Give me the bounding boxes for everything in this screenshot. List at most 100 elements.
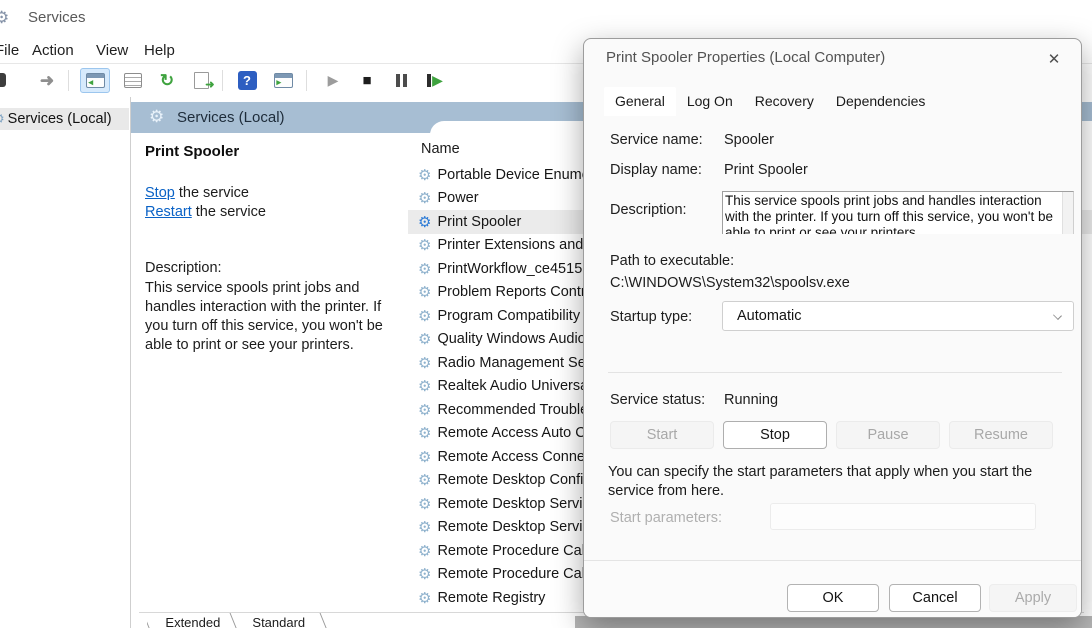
- forward-icon[interactable]: ➜: [34, 68, 60, 93]
- service-status-value: Running: [724, 392, 778, 408]
- description-scrollbar[interactable]: [1062, 192, 1073, 234]
- service-name-label: Remote Procedure Call (: [437, 543, 597, 559]
- properties-icon[interactable]: [118, 68, 148, 93]
- toolbar-separator: [222, 70, 223, 91]
- view-tabs: Extended Standard: [147, 613, 547, 628]
- print-spooler-properties-dialog: Print Spooler Properties (Local Computer…: [583, 38, 1082, 618]
- tab-standard[interactable]: Standard: [229, 613, 329, 628]
- service-name-label: Recommended Troubles: [437, 402, 595, 418]
- menu-help[interactable]: Help: [140, 40, 179, 61]
- toolbar-separator: [306, 70, 307, 91]
- start-button: Start: [610, 421, 714, 449]
- stop-button[interactable]: Stop: [723, 421, 827, 449]
- service-gear-icon: ⚙: [418, 495, 431, 513]
- service-name-label: Printer Extensions and N: [437, 237, 597, 253]
- start-parameters-label: Start parameters:: [610, 510, 722, 526]
- menu-view[interactable]: View: [92, 40, 132, 61]
- restart-service-link[interactable]: Restart: [145, 204, 192, 220]
- startup-type-value: Automatic: [737, 308, 801, 324]
- service-gear-icon: ⚙: [418, 448, 431, 466]
- service-status-label: Service status:: [610, 392, 705, 408]
- service-name-label: Remote Desktop Service: [437, 496, 597, 512]
- back-icon[interactable]: [0, 73, 6, 87]
- cancel-button[interactable]: Cancel: [889, 584, 981, 612]
- service-name-label: Remote Access Auto Co: [437, 425, 593, 441]
- service-name-label: Remote Desktop Service: [437, 519, 597, 535]
- service-gear-icon: ⚙: [418, 589, 431, 607]
- stop-service-rest: the service: [175, 185, 249, 201]
- service-gear-icon: ⚙: [418, 565, 431, 583]
- menu-action[interactable]: Action: [28, 40, 78, 61]
- start-service-icon[interactable]: ▶: [318, 68, 348, 93]
- startup-type-label: Startup type:: [610, 309, 692, 325]
- stop-service-icon[interactable]: ■: [352, 68, 382, 93]
- tab-general[interactable]: General: [604, 87, 676, 116]
- service-name-label: Remote Registry: [437, 590, 545, 606]
- service-name-label: Remote Desktop Config: [437, 472, 591, 488]
- service-gear-icon: ⚙: [418, 283, 431, 301]
- toolbar-separator: [68, 70, 69, 91]
- description-box[interactable]: This service spools print jobs and handl…: [722, 191, 1074, 234]
- description-label: Description:: [610, 202, 687, 218]
- resume-button: Resume: [949, 421, 1053, 449]
- service-name-label: Print Spooler: [437, 214, 521, 230]
- ok-button[interactable]: OK: [787, 584, 879, 612]
- chevron-down-icon: [1053, 311, 1062, 320]
- dialog-title: Print Spooler Properties (Local Computer…: [606, 49, 885, 66]
- service-name-label: Power: [437, 190, 478, 206]
- dialog-footer: OK Cancel Apply: [584, 560, 1081, 618]
- tree-item-services-local[interactable]: ⚙ Services (Local): [0, 108, 129, 130]
- path-to-executable-label: Path to executable:: [610, 253, 734, 269]
- service-name-label: Remote Procedure Call (: [437, 566, 597, 582]
- service-gear-icon: ⚙: [418, 424, 431, 442]
- refresh-icon[interactable]: ↻: [152, 68, 182, 93]
- startup-type-dropdown[interactable]: Automatic: [722, 301, 1074, 331]
- close-icon[interactable]: ✕: [1041, 47, 1067, 71]
- tree-item-label: Services (Local): [8, 111, 112, 127]
- service-gear-icon: ⚙: [418, 542, 431, 560]
- path-to-executable-value: C:\WINDOWS\System32\spoolsv.exe: [610, 275, 850, 291]
- pause-service-icon[interactable]: [386, 68, 416, 93]
- stop-service-line: Stop the service: [145, 185, 249, 201]
- service-name-label: Problem Reports Contro: [437, 284, 593, 300]
- services-node-icon: ⚙: [0, 111, 5, 127]
- panel-header-gear-icon: ⚙: [149, 107, 164, 127]
- menu-file[interactable]: File: [0, 40, 23, 61]
- service-gear-icon: ⚙: [418, 354, 431, 372]
- description-text: This service spools print jobs and handl…: [723, 192, 1073, 234]
- panel-header-title: Services (Local): [177, 109, 285, 126]
- display-name-value: Print Spooler: [724, 162, 808, 178]
- service-name-label: Program Compatibility A: [437, 308, 593, 324]
- stop-service-link[interactable]: Stop: [145, 185, 175, 201]
- help-icon[interactable]: ?: [232, 68, 262, 93]
- dialog-divider: [608, 372, 1062, 373]
- selected-service-title: Print Spooler: [145, 143, 239, 160]
- service-name-value: Spooler: [724, 132, 774, 148]
- service-gear-icon: ⚙: [418, 471, 431, 489]
- console-tree-panel: ⚙ Services (Local): [0, 97, 131, 628]
- service-gear-icon: ⚙: [418, 330, 431, 348]
- tab-recovery[interactable]: Recovery: [744, 87, 825, 116]
- service-gear-icon: ⚙: [418, 189, 431, 207]
- service-gear-icon: ⚙: [418, 213, 431, 231]
- restart-service-rest: the service: [192, 204, 266, 220]
- panel-description-text: This service spools print jobs and handl…: [145, 279, 401, 355]
- tab-log-on[interactable]: Log On: [676, 87, 744, 116]
- start-parameters-input[interactable]: [770, 503, 1036, 530]
- show-hide-action-pane-icon[interactable]: ▸: [268, 68, 298, 93]
- window-title: Services: [28, 9, 86, 26]
- service-name-label: Quality Windows Audio: [437, 331, 585, 347]
- panel-description-label: Description:: [145, 260, 222, 276]
- show-hide-console-tree-icon[interactable]: ◂: [80, 68, 110, 93]
- service-gear-icon: ⚙: [418, 518, 431, 536]
- service-gear-icon: ⚙: [418, 166, 431, 184]
- restart-service-icon[interactable]: ▶: [420, 68, 450, 93]
- service-name-label: Radio Management Ser: [437, 355, 590, 371]
- export-list-icon[interactable]: [186, 68, 216, 93]
- services-app-icon: ⚙: [0, 8, 9, 28]
- tab-dependencies[interactable]: Dependencies: [825, 87, 937, 116]
- window-titlebar: ⚙ Services: [0, 0, 1092, 36]
- display-name-label: Display name:: [610, 162, 702, 178]
- service-name-label: Realtek Audio Universal: [437, 378, 591, 394]
- dialog-tab-bar: General Log On Recovery Dependencies: [604, 87, 936, 116]
